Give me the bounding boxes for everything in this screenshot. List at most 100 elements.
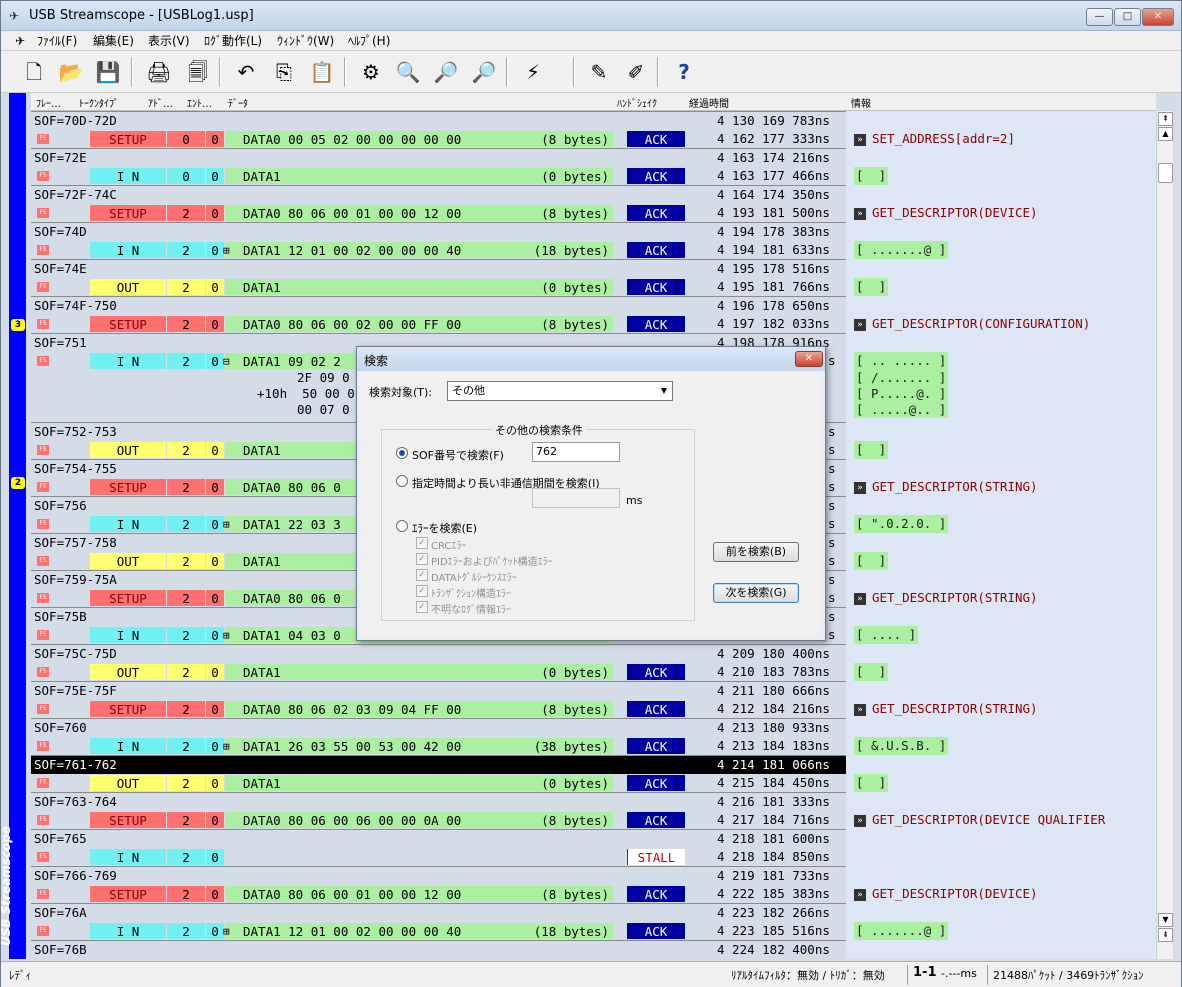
scroll-up-button[interactable]: ▲: [1158, 127, 1173, 141]
frame-row[interactable]: SOF=76B 4 224 182 400ns: [31, 940, 846, 959]
data-bytes: DATA1: [243, 443, 281, 458]
frame-row[interactable]: SOF=760 4 213 180 933ns: [31, 718, 846, 737]
expand-icon[interactable]: ⊞: [223, 627, 230, 645]
idle-time-input[interactable]: [532, 488, 620, 508]
frame-row[interactable]: SOF=766-769 4 219 181 733ns: [31, 866, 846, 885]
col-elapsed-time[interactable]: 経過時間: [689, 95, 729, 110]
data-bytes: DATA1 04 03 0: [243, 628, 341, 643]
new-icon[interactable]: 🗋: [19, 57, 49, 87]
paste-icon[interactable]: 📋: [307, 57, 337, 87]
menu-file[interactable]: ﾌｧｲﾙ(F): [37, 33, 77, 49]
frame-row[interactable]: SOF=75E-75F 4 211 180 666ns: [31, 681, 846, 700]
transaction-row[interactable]: FS OUT 2 0 DATA1 (0 bytes) ACK 4 210 183 783ns […: [31, 663, 1156, 681]
radio-error[interactable]: [396, 520, 408, 532]
find-prev-button[interactable]: 前を検索(B): [713, 542, 799, 562]
expand-icon[interactable]: ⊞: [223, 516, 230, 534]
help-icon[interactable]: ?: [669, 57, 699, 87]
frame-row[interactable]: SOF=74D 4 194 178 383ns: [31, 222, 846, 241]
scroll-top-button[interactable]: ⇞: [1158, 112, 1173, 126]
info-text: [ .... ]: [854, 626, 919, 644]
print-preview-icon[interactable]: 🗐: [183, 57, 213, 87]
col-address[interactable]: ｱﾄﾞ…: [148, 95, 173, 110]
frame-row[interactable]: SOF=761-762 4 214 181 066ns: [31, 755, 846, 774]
col-frame[interactable]: ﾌﾚｰ…: [36, 95, 61, 110]
check-transaction[interactable]: ✓: [416, 585, 428, 597]
frame-row[interactable]: SOF=76A 4 223 182 266ns: [31, 903, 846, 922]
find-prev-icon[interactable]: 🔎: [431, 57, 461, 87]
transaction-row[interactable]: FS SETUP 2 0 DATA0 80 06 00 06 00 00 0A 00 (8…: [31, 811, 1156, 829]
frame-row[interactable]: SOF=75C-75D 4 209 180 400ns: [31, 644, 846, 663]
check-toggle[interactable]: ✓: [416, 569, 428, 581]
dialog-close-button[interactable]: ✕: [795, 351, 823, 367]
maximize-button[interactable]: □: [1114, 8, 1141, 26]
settings-icon[interactable]: ⚙: [356, 57, 386, 87]
close-button[interactable]: ✕: [1142, 8, 1174, 26]
col-info[interactable]: 情報: [851, 95, 871, 110]
stop-log-icon[interactable]: ✐: [621, 57, 651, 87]
radio-sof[interactable]: [396, 447, 408, 459]
find-next-button[interactable]: 次を検索(G): [713, 583, 799, 603]
col-handshake[interactable]: ﾊﾝﾄﾞｼｪｲｸ: [617, 95, 657, 110]
data-bytes: DATA1 12 01 00 02 00 00 00 40: [243, 243, 462, 258]
menu-help[interactable]: ﾍﾙﾌﾟ(H): [348, 33, 390, 49]
radio-sof-label[interactable]: SOF番号で検索(F): [412, 447, 504, 463]
check-unknown[interactable]: ✓: [416, 601, 428, 613]
endpoint: 0: [206, 738, 224, 754]
expand-icon[interactable]: ⊞: [223, 242, 230, 260]
frame-row[interactable]: SOF=72F-74C 4 164 174 350ns: [31, 185, 846, 204]
minimize-button[interactable]: —: [1086, 8, 1113, 26]
transaction-row[interactable]: FS I N 2 0 ⊞ DATA1 12 01 00 02 00 00 00 40 (18…: [31, 922, 1156, 940]
transaction-row[interactable]: FS SETUP 0 0 DATA0 00 05 02 00 00 00 00 00 (8…: [31, 130, 1156, 148]
menu-edit[interactable]: 編集(E): [93, 33, 134, 49]
menu-log[interactable]: ﾛｸﾞ動作(L): [204, 33, 262, 49]
transaction-row[interactable]: FS I N 2 0 STALL 4 218 184 850ns: [31, 848, 1156, 866]
copy-icon[interactable]: ⎘: [269, 57, 299, 87]
frame-row[interactable]: SOF=74F-750 4 196 178 650ns: [31, 296, 846, 315]
find-next-icon[interactable]: 🔎: [469, 57, 499, 87]
transaction-row[interactable]: FS OUT 2 0 DATA1 (0 bytes) ACK 4 195 181 766ns […: [31, 278, 1156, 296]
frame-row[interactable]: SOF=763-764 4 216 181 333ns: [31, 792, 846, 811]
sof-number-input[interactable]: 762: [532, 442, 620, 462]
check-pid[interactable]: ✓: [416, 553, 428, 565]
transaction-row[interactable]: FS SETUP 2 0 DATA0 80 06 00 02 00 00 FF 00 (8…: [31, 315, 1156, 333]
open-icon[interactable]: 📂: [56, 57, 86, 87]
expand-icon[interactable]: ⊟: [223, 353, 230, 371]
col-token-type[interactable]: ﾄｰｸﾝﾀｲﾌﾟ: [79, 95, 119, 110]
frame-row[interactable]: SOF=765 4 218 181 600ns: [31, 829, 846, 848]
dialog-title-bar[interactable]: 検索 ✕: [357, 347, 825, 371]
title-bar[interactable]: ✈ USB Streamscope - [USBLog1.usp] — □ ✕: [1, 1, 1181, 31]
transaction-row[interactable]: FS I N 2 0 ⊞ DATA1 26 03 55 00 53 00 42 00 (38…: [31, 737, 1156, 755]
bookmark-marker-3[interactable]: 3: [11, 319, 25, 331]
transaction-row[interactable]: FS OUT 2 0 DATA1 (0 bytes) ACK 4 215 184 450ns […: [31, 774, 1156, 792]
radio-error-label[interactable]: ｴﾗｰを検索(E): [412, 520, 477, 536]
search-icon[interactable]: 🔍: [393, 57, 423, 87]
col-data[interactable]: ﾃﾞｰﾀ: [228, 95, 248, 110]
expand-icon[interactable]: ⊞: [223, 923, 230, 941]
document-icon[interactable]: ✈: [15, 33, 31, 49]
transaction-row[interactable]: FS SETUP 2 0 DATA0 80 06 00 01 00 00 12 00 (8…: [31, 885, 1156, 903]
vertical-scrollbar[interactable]: ⇞ ▲ ▼ ⇟: [1156, 111, 1173, 959]
undo-icon[interactable]: ↶: [231, 57, 261, 87]
frame-row[interactable]: SOF=70D-72D 4 130 169 783ns: [31, 111, 846, 130]
menu-window[interactable]: ｳｨﾝﾄﾞｳ(W): [277, 33, 334, 49]
check-crc[interactable]: ✓: [416, 537, 428, 549]
trigger-icon[interactable]: ⚡: [518, 57, 548, 87]
transaction-row[interactable]: FS SETUP 2 0 DATA0 80 06 02 03 09 04 FF 00 (8…: [31, 700, 1156, 718]
scroll-down-button[interactable]: ▼: [1158, 913, 1173, 927]
save-icon[interactable]: 💾: [93, 57, 123, 87]
transaction-row[interactable]: FS SETUP 2 0 DATA0 80 06 00 01 00 00 12 00 (8…: [31, 204, 1156, 222]
radio-idle[interactable]: [396, 475, 408, 487]
print-icon[interactable]: 🖨: [144, 57, 174, 87]
bookmark-marker-2[interactable]: 2: [11, 477, 25, 489]
col-endpoint[interactable]: ｴﾝﾄ…: [187, 95, 212, 110]
scroll-thumb[interactable]: [1158, 163, 1173, 183]
transaction-row[interactable]: FS I N 0 0 DATA1 (0 bytes) ACK 4 163 177 466ns[…: [31, 167, 1156, 185]
frame-row[interactable]: SOF=74E 4 195 178 516ns: [31, 259, 846, 278]
scroll-bottom-button[interactable]: ⇟: [1158, 928, 1173, 942]
transaction-row[interactable]: FS I N 2 0 ⊞ DATA1 12 01 00 02 00 00 00 40 (18…: [31, 241, 1156, 259]
frame-row[interactable]: SOF=72E 4 163 174 216ns: [31, 148, 846, 167]
search-target-select[interactable]: その他 ▼: [447, 381, 673, 401]
expand-icon[interactable]: ⊞: [223, 738, 230, 756]
start-log-icon[interactable]: ✎: [584, 57, 614, 87]
menu-view[interactable]: 表示(V): [148, 33, 190, 49]
